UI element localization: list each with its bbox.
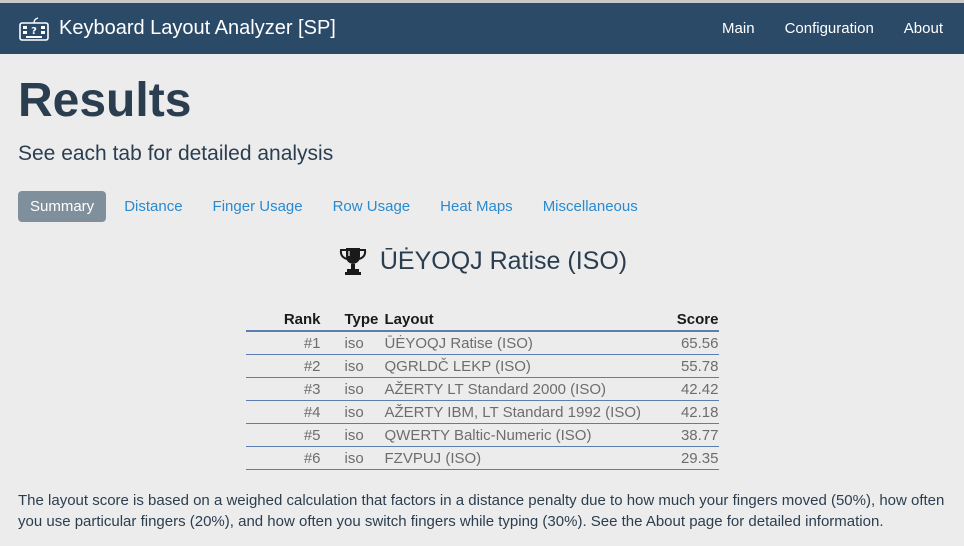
winner-heading: ŪĖYOQJ Ratise (ISO) — [18, 244, 946, 278]
table-row: #6 iso FZVPUJ (ISO) 29.35 — [245, 446, 719, 470]
score-cell: 42.18 — [674, 400, 719, 424]
trophy-icon — [337, 245, 369, 277]
layout-cell: FZVPUJ (ISO) — [384, 446, 675, 470]
nav-about[interactable]: About — [904, 20, 943, 37]
type-cell: iso — [344, 377, 385, 401]
main-content: Results See each tab for detailed analys… — [0, 54, 964, 532]
score-explanation: The layout score is based on a weighed c… — [18, 492, 945, 530]
table-row: #5 iso QWERTY Baltic-Numeric (ISO) 38.77 — [245, 423, 719, 447]
nav-main[interactable]: Main — [722, 20, 755, 37]
tab-summary[interactable]: Summary — [18, 191, 107, 222]
type-cell: iso — [344, 423, 385, 447]
keyboard-logo-icon: ? — [19, 16, 49, 41]
col-rank[interactable]: Rank — [245, 307, 345, 332]
table-header-row: Rank Type Layout Score — [245, 307, 719, 332]
results-table: Rank Type Layout Score #1 iso ŪĖYOQJ Rat… — [245, 307, 719, 470]
type-cell: iso — [344, 354, 385, 378]
rank-cell: #6 — [245, 446, 345, 470]
app-title: Keyboard Layout Analyzer [SP] — [59, 17, 336, 39]
winner-layout-name: ŪĖYOQJ Ratise (ISO) — [379, 246, 628, 275]
layout-cell: QWERTY Baltic-Numeric (ISO) — [384, 423, 675, 447]
layout-cell: ŪĖYOQJ Ratise (ISO) — [384, 331, 675, 355]
score-cell: 42.42 — [674, 377, 719, 401]
navbar: ? Keyboard Layout Analyzer [SP] Main Con… — [0, 0, 964, 54]
layout-cell: AŽERTY IBM, LT Standard 1992 (ISO) — [384, 400, 675, 424]
result-tabs: Summary Distance Finger Usage Row Usage … — [18, 191, 946, 222]
type-cell: iso — [344, 446, 385, 470]
score-cell: 38.77 — [674, 423, 719, 447]
table-row: #4 iso AŽERTY IBM, LT Standard 1992 (ISO… — [245, 400, 719, 424]
type-cell: iso — [344, 331, 385, 355]
table-row: #3 iso AŽERTY LT Standard 2000 (ISO) 42.… — [245, 377, 719, 401]
rank-cell: #3 — [245, 377, 345, 401]
col-type[interactable]: Type — [344, 307, 385, 332]
rank-cell: #5 — [245, 423, 345, 447]
table-row: #2 iso QGRLDČ LEKP (ISO) 55.78 — [245, 354, 719, 378]
tab-miscellaneous[interactable]: Miscellaneous — [531, 191, 650, 222]
tab-row-usage[interactable]: Row Usage — [321, 191, 423, 222]
score-cell: 29.35 — [674, 446, 719, 470]
rank-cell: #2 — [245, 354, 345, 378]
layout-cell: QGRLDČ LEKP (ISO) — [384, 354, 675, 378]
col-score[interactable]: Score — [674, 307, 719, 332]
tab-distance[interactable]: Distance — [112, 191, 194, 222]
tab-finger-usage[interactable]: Finger Usage — [201, 191, 315, 222]
score-cell: 65.56 — [674, 331, 719, 355]
type-cell: iso — [344, 400, 385, 424]
rank-cell: #4 — [245, 400, 345, 424]
page-subtitle: See each tab for detailed analysis — [18, 142, 334, 165]
main-nav: Main Configuration About — [692, 20, 943, 37]
table-row: #1 iso ŪĖYOQJ Ratise (ISO) 65.56 — [245, 331, 719, 355]
svg-text:?: ? — [31, 26, 37, 37]
rank-cell: #1 — [245, 331, 345, 355]
brand[interactable]: ? Keyboard Layout Analyzer [SP] — [19, 16, 336, 41]
page-title: Results — [18, 74, 192, 127]
col-layout[interactable]: Layout — [384, 307, 675, 332]
tab-heat-maps[interactable]: Heat Maps — [428, 191, 525, 222]
layout-cell: AŽERTY LT Standard 2000 (ISO) — [384, 377, 675, 401]
score-cell: 55.78 — [674, 354, 719, 378]
nav-configuration[interactable]: Configuration — [785, 20, 874, 37]
